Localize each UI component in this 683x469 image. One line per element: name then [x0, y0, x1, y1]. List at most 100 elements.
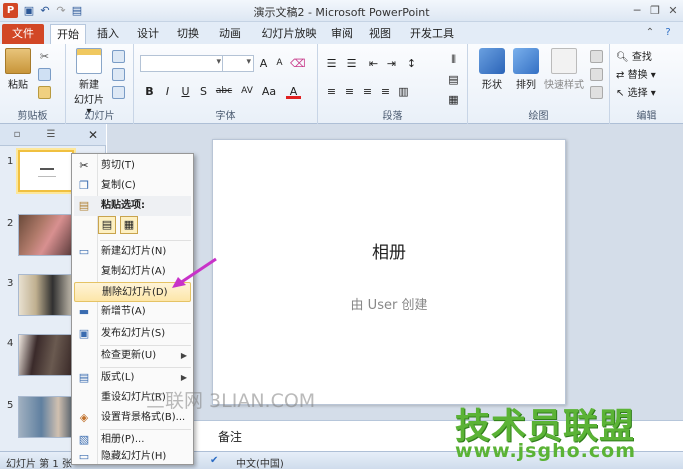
- decrease-indent-icon[interactable]: ⇤: [366, 56, 381, 71]
- bullets-icon[interactable]: ☰: [324, 56, 339, 71]
- change-case-button[interactable]: Aa: [260, 84, 278, 99]
- arrange-button[interactable]: 排列: [508, 48, 544, 91]
- notes-placeholder[interactable]: 备注: [218, 428, 242, 445]
- title-bar: P ▣ ↶ ↷ ▤ 演示文稿2 - Microsoft PowerPoint ─…: [0, 0, 683, 22]
- shape-fill-icon[interactable]: [590, 50, 603, 63]
- smartart-icon[interactable]: ▦: [446, 92, 461, 107]
- paragraph-group-label: 段落: [382, 111, 403, 122]
- menu-header-paste-options: ▤ 粘贴选项:: [74, 196, 191, 216]
- clear-format-icon[interactable]: ⌫: [290, 56, 306, 71]
- minimize-button[interactable]: ─: [628, 3, 646, 18]
- columns-icon[interactable]: ▥: [396, 84, 411, 99]
- shadow-button[interactable]: S: [196, 84, 211, 99]
- reset-icon[interactable]: [112, 68, 125, 81]
- menu-item-check-updates[interactable]: 检查更新(U) ▶: [74, 346, 191, 366]
- numbering-icon[interactable]: ☰: [344, 56, 359, 71]
- font-name-combo[interactable]: [140, 55, 224, 72]
- format-painter-icon[interactable]: [38, 86, 51, 99]
- slide-thumbnail-2[interactable]: [18, 214, 74, 256]
- section-icon[interactable]: [112, 86, 125, 99]
- align-text-icon[interactable]: ▤: [446, 72, 461, 87]
- tab-file[interactable]: 文件: [2, 24, 44, 44]
- menu-item-new-section[interactable]: ▬ 新增节(A): [74, 302, 191, 322]
- font-size-combo[interactable]: [222, 55, 254, 72]
- paste-option-picture-icon[interactable]: ▦: [120, 216, 138, 234]
- select-icon: ↖: [616, 88, 625, 99]
- shape-outline-icon[interactable]: [590, 68, 603, 81]
- shrink-font-icon[interactable]: A: [272, 56, 287, 71]
- tab-slideshow[interactable]: 幻灯片放映: [256, 24, 322, 44]
- thumb-title-mark: [40, 168, 54, 170]
- quick-styles-button[interactable]: 快速样式: [542, 48, 586, 91]
- cut-icon[interactable]: ✂: [38, 50, 51, 63]
- thumb-photo: [19, 215, 73, 255]
- tab-home[interactable]: 开始: [50, 24, 86, 44]
- replace-button[interactable]: ⇄ 替换 ▾: [616, 66, 676, 81]
- slides-tab-icon[interactable]: ▫: [2, 127, 32, 143]
- slide-thumbnail-4[interactable]: [18, 334, 74, 376]
- paste-button[interactable]: 粘贴: [4, 48, 32, 91]
- underline-button[interactable]: U: [178, 84, 193, 99]
- paste-option-keep-source-icon[interactable]: ▤: [98, 216, 116, 234]
- bold-button[interactable]: B: [142, 84, 157, 99]
- tab-design[interactable]: 设计: [130, 24, 166, 44]
- tab-insert[interactable]: 插入: [90, 24, 126, 44]
- menu-item-hide-slide[interactable]: ▭ 隐藏幻灯片(H): [74, 450, 191, 464]
- find-label: 查找: [631, 52, 652, 63]
- align-center-icon[interactable]: ≡: [342, 84, 357, 99]
- strikethrough-button[interactable]: abc: [214, 84, 234, 99]
- tab-view[interactable]: 视图: [364, 24, 396, 44]
- align-right-icon[interactable]: ≡: [360, 84, 375, 99]
- text-direction-icon[interactable]: ⫴: [446, 52, 461, 67]
- copy-icon: ❐: [79, 179, 89, 192]
- delete-slide-icon: [78, 286, 92, 300]
- grow-font-icon[interactable]: A: [256, 56, 271, 71]
- slide-number: 2: [7, 218, 14, 229]
- close-button[interactable]: ✕: [664, 3, 682, 18]
- restore-button[interactable]: ❐: [646, 3, 664, 18]
- char-spacing-button[interactable]: AV: [238, 84, 256, 99]
- tab-developer[interactable]: 开发工具: [404, 24, 460, 44]
- menu-item-copy[interactable]: ❐ 复制(C): [74, 176, 191, 196]
- slide-number: 4: [7, 338, 14, 349]
- select-label: 选择 ▾: [627, 88, 656, 99]
- layout-icon[interactable]: [112, 50, 125, 63]
- slide-subtitle[interactable]: 由 User 创建: [213, 294, 565, 313]
- menu-item-publish-slides[interactable]: ▣ 发布幻灯片(S): [74, 324, 191, 344]
- increase-indent-icon[interactable]: ⇥: [384, 56, 399, 71]
- font-color-button[interactable]: A: [286, 84, 301, 99]
- help-icon[interactable]: ?: [661, 26, 675, 40]
- italic-button[interactable]: I: [160, 84, 175, 99]
- close-panel-icon[interactable]: ✕: [84, 127, 102, 143]
- shape-effects-icon[interactable]: [590, 86, 603, 99]
- check-update-icon: [77, 349, 91, 363]
- font-group: A A ⌫ B I U S abc AV Aa A 字体: [134, 44, 318, 124]
- language-status[interactable]: 中文(中国): [236, 455, 284, 469]
- quick-styles-icon: [551, 48, 577, 74]
- align-left-icon[interactable]: ≡: [324, 84, 339, 99]
- quick-styles-label: 快速样式: [544, 80, 584, 91]
- tab-transitions[interactable]: 切换: [170, 24, 206, 44]
- shapes-button[interactable]: 形状: [474, 48, 510, 91]
- justify-icon[interactable]: ≡: [378, 84, 393, 99]
- line-spacing-icon[interactable]: ↕: [404, 56, 419, 71]
- thumb-photo: [19, 397, 73, 437]
- select-button[interactable]: ↖ 选择 ▾: [616, 84, 676, 99]
- layout-icon: ▤: [78, 371, 90, 384]
- slide-thumbnail-1[interactable]: [18, 150, 74, 192]
- outline-tab-icon[interactable]: ☰: [36, 127, 66, 143]
- collapse-ribbon-icon[interactable]: ⌃: [643, 26, 657, 40]
- menu-item-cut[interactable]: ✂ 剪切(T): [74, 156, 191, 176]
- tab-animations[interactable]: 动画: [212, 24, 248, 44]
- slide-title[interactable]: 相册: [213, 238, 565, 263]
- spellcheck-icon[interactable]: ✔: [210, 455, 218, 466]
- tab-review[interactable]: 审阅: [326, 24, 358, 44]
- menu-item-layout[interactable]: ▤ 版式(L) ▶: [74, 368, 191, 388]
- find-button[interactable]: 🔍︎ 查找: [616, 48, 676, 63]
- menu-item-photo-album[interactable]: ▧ 相册(P)...: [74, 430, 191, 450]
- copy-icon[interactable]: [38, 68, 51, 81]
- submenu-arrow-icon: ▶: [180, 373, 187, 382]
- slide-thumbnail-5[interactable]: [18, 396, 74, 438]
- slide-thumbnail-3[interactable]: [18, 274, 74, 316]
- slide-canvas[interactable]: 相册 由 User 创建: [212, 139, 566, 405]
